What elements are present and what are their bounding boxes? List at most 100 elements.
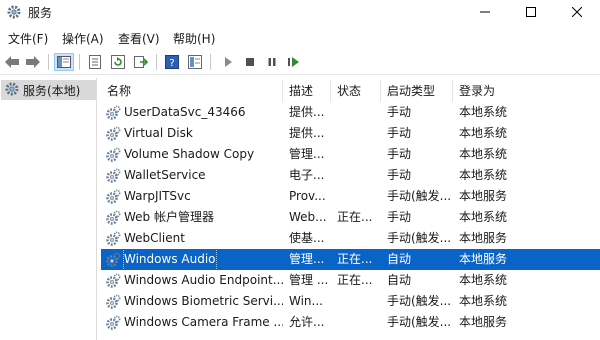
menu-file[interactable]: 文件(F) [8,30,48,47]
cell-status [331,186,381,207]
cell-name: Web 帐户管理器 [101,207,283,228]
help-icon[interactable]: ? [162,53,182,71]
service-gear-icon [105,210,121,226]
column-header-status[interactable]: 状态 [331,80,381,102]
minimize-button[interactable] [462,0,508,24]
cell-status [331,312,381,333]
table-row[interactable]: WarpJITSvc Prov... 手动(触发... 本地服务 [101,186,600,207]
back-icon[interactable] [2,53,22,71]
cell-startup-type: 手动(触发... [387,189,452,203]
cell-status: 正在... [337,273,373,287]
cell-status [331,144,381,165]
pause-icon[interactable] [262,53,282,71]
forward-icon[interactable] [23,53,43,71]
table-row[interactable]: Volume Shadow Copy 管理... 手动 本地系统 [101,144,600,165]
cell-description: 管理... [289,252,325,266]
cell-name: Windows Audio Endpoint... [101,270,283,291]
table-row[interactable]: Windows Camera Frame ... 允许... 手动(触发... 本地服… [101,312,600,333]
column-header-startup-type[interactable]: 启动类型 [381,80,453,102]
maximize-button[interactable] [508,0,554,24]
service-name: WalletService [124,168,206,182]
cell-logon-as: 本地系统 [459,294,508,308]
column-header-logon-as[interactable]: 登录为 [453,80,533,102]
cell-name: WebClient [101,228,283,249]
cell-description: 提供... [289,126,325,140]
cell-description: 提供... [289,105,325,119]
restart-icon[interactable] [284,53,304,71]
cell-name: Volume Shadow Copy [101,144,283,165]
service-name: Windows Audio Endpoint... [124,273,283,287]
services-table: 名称 描述 状态 启动类型 登录为 UserDataSvc_43466 提供...… [101,78,600,340]
service-gear-icon [105,315,121,331]
column-header-name[interactable]: 名称 [101,80,283,102]
table-row[interactable]: Web 帐户管理器 Web... 正在... 手动 本地系统 [101,207,600,228]
cell-startup-type: 手动 [387,168,412,182]
cell-name: Windows Biometric Servi... [101,291,283,312]
service-gear-icon [105,147,121,163]
stop-icon[interactable] [240,53,260,71]
service-gear-icon [105,252,121,268]
menu-view[interactable]: 查看(V) [118,30,160,47]
tree-item-services-local[interactable]: 服务(本地) [1,80,96,100]
service-name: Windows Biometric Servi... [124,294,283,308]
table-row[interactable]: Windows Audio 管理... 正在... 自动 本地服务 [101,249,600,270]
menu-action[interactable]: 操作(A) [62,30,104,47]
cell-description: 使基... [289,231,325,245]
cell-name: Virtual Disk [101,123,283,144]
service-gear-icon [105,168,121,184]
cell-name: WarpJITSvc [101,186,283,207]
cell-status [331,102,381,123]
table-row[interactable]: WebClient 使基... 手动(触发... 本地服务 [101,228,600,249]
menu-bar: 文件(F) 操作(A) 查看(V) 帮助(H) [0,27,600,47]
toolbar-separator [48,54,49,70]
cell-status [331,123,381,144]
cell-description: 允许... [289,315,325,329]
cell-logon-as: 本地服务 [459,189,508,203]
service-name: Virtual Disk [124,126,193,140]
export-icon[interactable] [131,53,151,71]
table-row[interactable]: Windows Audio Endpoint... 管理 ... 正在... 自动 本地… [101,270,600,291]
cell-logon-as: 本地系统 [459,168,508,182]
cell-startup-type: 手动(触发... [387,231,452,245]
cell-status [331,228,381,249]
services-gear-icon [6,4,22,20]
cell-logon-as: 本地系统 [459,147,508,161]
service-gear-icon [105,126,121,142]
cell-status [331,291,381,312]
title-bar: 服务 [0,0,600,24]
cell-name: Windows Camera Frame ... [101,312,283,333]
table-row[interactable]: UserDataSvc_43466 提供... 手动 本地系统 [101,102,600,123]
cell-startup-type: 手动 [387,210,412,224]
service-name: WarpJITSvc [124,189,191,203]
table-header: 名称 描述 状态 启动类型 登录为 [101,80,600,102]
cell-name: Windows Audio [101,249,283,270]
column-header-description[interactable]: 描述 [283,80,331,102]
menu-help[interactable]: 帮助(H) [173,30,215,47]
cell-startup-type: 手动(触发... [387,315,452,329]
cell-description: Win... [289,294,323,308]
services-gear-icon [4,81,20,100]
table-row[interactable]: Windows Biometric Servi... Win... 手动(触发...… [101,291,600,312]
toolbar-separator [156,54,157,70]
cell-description: 管理... [289,147,325,161]
service-name: Windows Audio [123,249,217,270]
service-name: Web 帐户管理器 [124,210,214,224]
console-tree-icon[interactable] [54,53,74,71]
table-row[interactable]: WalletService 电子... 手动 本地系统 [101,165,600,186]
close-button[interactable] [554,0,600,24]
start-icon[interactable] [218,53,238,71]
cell-description: 电子... [289,168,325,182]
cell-logon-as: 本地服务 [459,315,508,329]
cell-startup-type: 手动 [387,105,412,119]
cell-startup-type: 手动(触发... [387,294,452,308]
service-name: WebClient [124,231,185,245]
svg-text:?: ? [169,58,174,69]
refresh-icon[interactable] [108,53,128,71]
table-row[interactable]: Virtual Disk 提供... 手动 本地系统 [101,123,600,144]
show-hide-icon[interactable] [185,53,205,71]
toolbar-separator [79,54,80,70]
service-gear-icon [105,294,121,310]
properties-icon[interactable] [85,53,105,71]
cell-name: WalletService [101,165,283,186]
cell-logon-as: 本地服务 [459,252,508,266]
